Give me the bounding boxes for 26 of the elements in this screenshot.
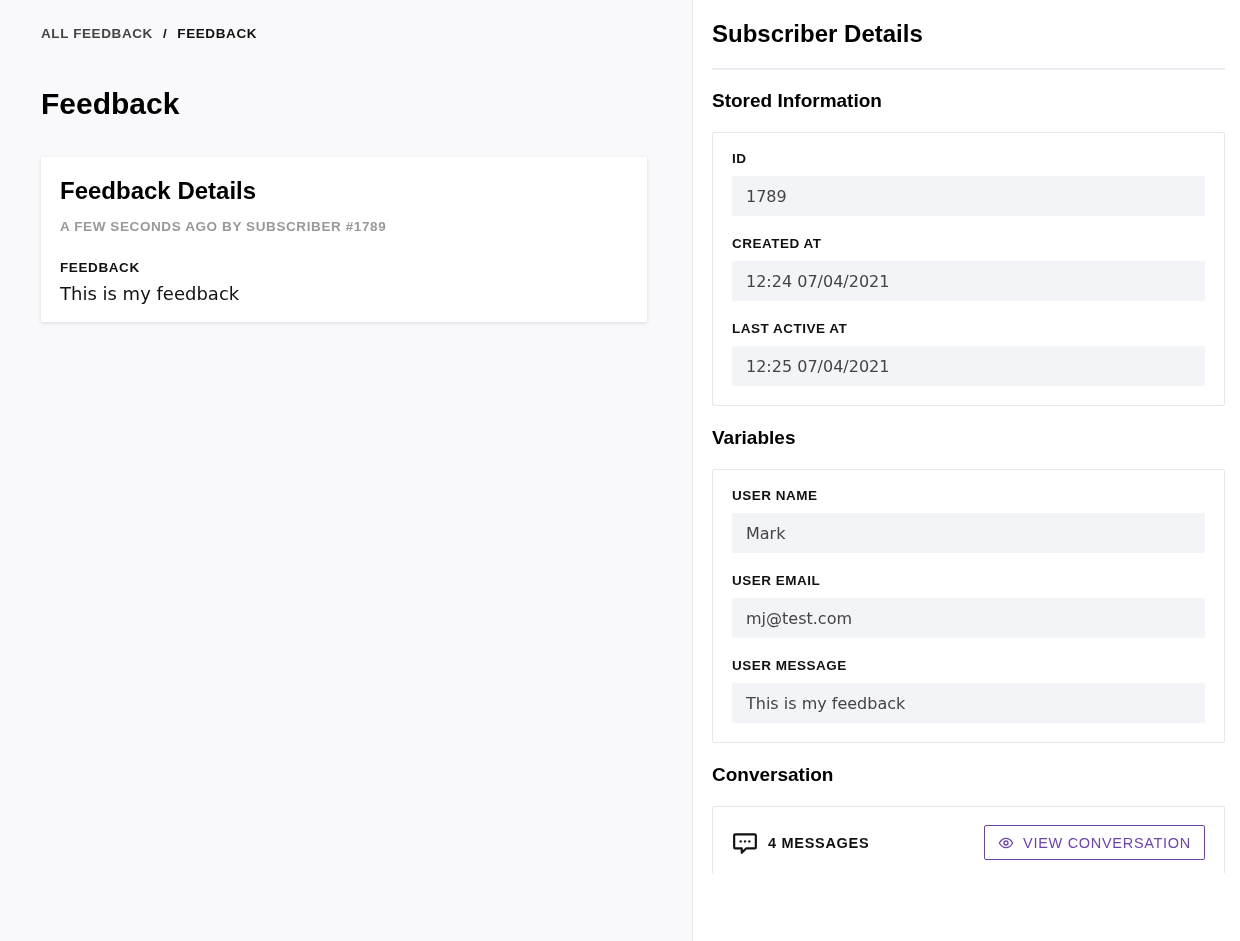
field-label: ID: [732, 151, 748, 166]
field-label: CREATED AT: [732, 236, 823, 251]
feedback-text: This is my feedback: [60, 283, 241, 304]
view-conversation-button[interactable]: VIEW CONVERSATION: [984, 825, 1205, 860]
card-title: Feedback Details: [60, 177, 258, 205]
message-count: 4 MESSAGES: [768, 834, 870, 851]
section-title: Variables: [712, 427, 797, 449]
field-label: FEEDBACK: [60, 260, 141, 275]
panel-title: Subscriber Details: [712, 20, 924, 48]
input-field[interactable]: Mark: [732, 513, 1205, 553]
section-title: Conversation: [712, 764, 835, 786]
input-field[interactable]: 12:25 07/04/2021: [732, 346, 1205, 386]
breadcrumb-current-page: FEEDBACK: [177, 26, 258, 41]
breadcrumb-separator: /: [162, 26, 168, 41]
field-label: LAST ACTIVE AT: [732, 321, 849, 336]
input-field[interactable]: This is my feedback: [732, 683, 1205, 723]
input-field[interactable]: mj@test.com: [732, 598, 1205, 638]
field-label: USER NAME: [732, 488, 819, 503]
input-field[interactable]: 1789: [732, 176, 1205, 216]
field-label: USER EMAIL: [732, 573, 822, 588]
breadcrumb-link[interactable]: ALL FEEDBACK: [41, 26, 153, 41]
input-field[interactable]: 12:24 07/04/2021: [732, 261, 1205, 301]
page-title: Feedback: [41, 87, 181, 121]
field-label: USER MESSAGE: [732, 658, 848, 673]
section-title: Stored Information: [712, 90, 883, 112]
card-subtitle: A FEW SECONDS AGO BY SUBSCRIBER #1789: [60, 219, 388, 234]
